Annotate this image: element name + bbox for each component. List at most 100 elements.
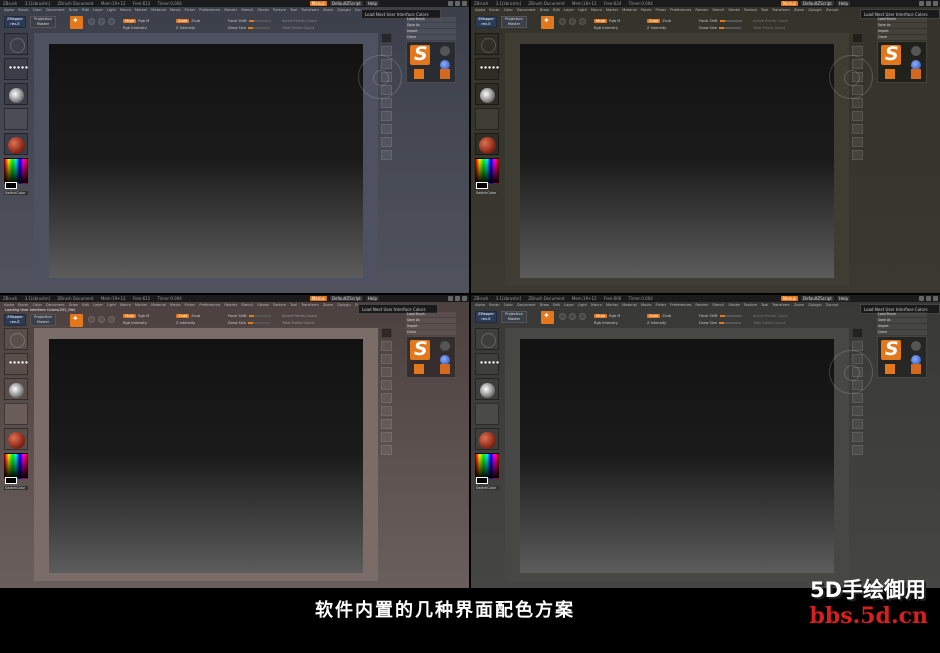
minimize-icon[interactable] bbox=[919, 1, 924, 6]
right-tray-button[interactable] bbox=[381, 124, 392, 134]
right-tray-button[interactable] bbox=[852, 111, 863, 121]
draw-size-slider[interactable]: Draw Size bbox=[228, 321, 270, 325]
close-icon[interactable] bbox=[462, 1, 467, 6]
alpha-selector[interactable] bbox=[475, 378, 499, 400]
menu-layer[interactable]: Layer bbox=[93, 8, 103, 12]
edit-draw-icon[interactable] bbox=[70, 16, 83, 29]
stroke-selector[interactable] bbox=[4, 58, 28, 80]
default-zscript-button[interactable]: DefaultZScript bbox=[329, 1, 363, 6]
menu-texture[interactable]: Texture bbox=[273, 8, 286, 12]
stroke-selector[interactable] bbox=[475, 58, 499, 80]
texture-selector[interactable] bbox=[475, 108, 499, 130]
help-button[interactable]: Help bbox=[836, 296, 850, 301]
menu-stroke[interactable]: Stroke bbox=[257, 8, 268, 12]
right-tray-button[interactable] bbox=[381, 59, 392, 69]
menu-transform[interactable]: Transform bbox=[772, 303, 790, 307]
minimize-icon[interactable] bbox=[448, 1, 453, 6]
menu-marker[interactable]: Marker bbox=[606, 8, 618, 12]
brush-thumb-icon[interactable] bbox=[440, 341, 450, 351]
menu-transform[interactable]: Transform bbox=[301, 8, 319, 12]
draw-size-track[interactable] bbox=[718, 322, 741, 324]
move-icon[interactable] bbox=[559, 18, 566, 25]
menu-draw[interactable]: Draw bbox=[69, 303, 78, 307]
brush-selector[interactable] bbox=[475, 328, 499, 350]
import-button[interactable]: Import bbox=[406, 324, 456, 329]
menu-edit[interactable]: Edit bbox=[82, 303, 89, 307]
texture-selector[interactable] bbox=[475, 403, 499, 425]
edit-draw-icon[interactable] bbox=[541, 311, 554, 324]
right-tray-button[interactable] bbox=[381, 367, 392, 377]
menu-render[interactable]: Render bbox=[224, 303, 237, 307]
draw-size-track[interactable] bbox=[247, 27, 270, 29]
focal-shift-slider[interactable]: Focal Shift bbox=[699, 314, 742, 318]
brush-selector[interactable] bbox=[4, 33, 28, 55]
menu-zscript[interactable]: Zscript bbox=[826, 303, 838, 307]
zadd-toggle[interactable]: Zadd Zsub bbox=[647, 19, 671, 23]
save-as-button[interactable]: Save As bbox=[406, 23, 456, 28]
right-tray-button[interactable] bbox=[852, 33, 863, 43]
menu-color[interactable]: Color bbox=[504, 303, 513, 307]
menu-material[interactable]: Material bbox=[622, 8, 637, 12]
menu-picker[interactable]: Picker bbox=[185, 303, 196, 307]
menu-edit[interactable]: Edit bbox=[553, 303, 560, 307]
menu-alpha[interactable]: Alpha bbox=[4, 303, 14, 307]
right-tray-button[interactable] bbox=[381, 72, 392, 82]
save-as-button[interactable]: Save As bbox=[877, 318, 927, 323]
focal-shift-track[interactable] bbox=[719, 315, 742, 317]
projection-master-button[interactable]: Projection Master bbox=[501, 311, 527, 323]
menu-preferences[interactable]: Preferences bbox=[199, 303, 220, 307]
import-button[interactable]: Import bbox=[877, 324, 927, 329]
right-tray-button[interactable] bbox=[381, 393, 392, 403]
move-icon[interactable] bbox=[88, 316, 95, 323]
right-tray-button[interactable] bbox=[381, 419, 392, 429]
menu-stroke[interactable]: Stroke bbox=[257, 303, 268, 307]
right-tray-button[interactable] bbox=[852, 432, 863, 442]
menu-movie[interactable]: Movie bbox=[170, 303, 181, 307]
menus-button[interactable]: Menus bbox=[780, 1, 798, 6]
menu-zoom[interactable]: Zoom bbox=[323, 8, 333, 12]
stroke-selector[interactable] bbox=[475, 353, 499, 375]
menu-zoom[interactable]: Zoom bbox=[794, 8, 804, 12]
brush-thumb-icon[interactable] bbox=[414, 69, 424, 79]
z-intensity-slider[interactable]: Z Intensity bbox=[176, 26, 195, 30]
zadd-toggle[interactable]: Zadd Zsub bbox=[647, 314, 671, 318]
right-tray-button[interactable] bbox=[381, 341, 392, 351]
menu-macro[interactable]: Macro bbox=[120, 303, 131, 307]
menu-color[interactable]: Color bbox=[33, 303, 42, 307]
menu-document[interactable]: Document bbox=[517, 303, 536, 307]
focal-shift-track[interactable] bbox=[248, 20, 271, 22]
scale-icon[interactable] bbox=[569, 18, 576, 25]
default-zscript-button[interactable]: DefaultZScript bbox=[800, 1, 834, 6]
focal-shift-slider[interactable]: Focal Shift bbox=[228, 314, 271, 318]
right-tray-button[interactable] bbox=[852, 98, 863, 108]
zmapper-button[interactable]: ZMapper rev-E bbox=[4, 314, 26, 326]
menus-button[interactable]: Menus bbox=[780, 296, 798, 301]
color-picker[interactable] bbox=[475, 158, 499, 189]
switch-color-button[interactable]: SwitchColor bbox=[4, 486, 28, 490]
menu-draw[interactable]: Draw bbox=[540, 8, 549, 12]
brush-thumb-icon[interactable] bbox=[885, 69, 895, 79]
menu-brush[interactable]: Brush bbox=[489, 303, 499, 307]
menu-light[interactable]: Light bbox=[107, 303, 116, 307]
right-tray-button[interactable] bbox=[852, 419, 863, 429]
menu-color[interactable]: Color bbox=[33, 8, 42, 12]
scale-icon[interactable] bbox=[569, 313, 576, 320]
projection-master-button[interactable]: Projection Master bbox=[501, 16, 527, 28]
menu-transform[interactable]: Transform bbox=[301, 303, 319, 307]
menu-movie[interactable]: Movie bbox=[641, 8, 652, 12]
right-tray-button[interactable] bbox=[852, 59, 863, 69]
menu-document[interactable]: Document bbox=[46, 303, 65, 307]
navigation-gyro[interactable] bbox=[829, 350, 873, 394]
canvas[interactable] bbox=[520, 339, 834, 573]
load-brush-button[interactable]: Load Brush bbox=[877, 312, 927, 317]
maximize-icon[interactable] bbox=[926, 1, 931, 6]
menu-tool[interactable]: Tool bbox=[761, 303, 768, 307]
edit-draw-icon[interactable] bbox=[70, 314, 83, 327]
right-tray-button[interactable] bbox=[852, 85, 863, 95]
right-tray-button[interactable] bbox=[381, 150, 392, 160]
right-tray-button[interactable] bbox=[381, 380, 392, 390]
brush-thumb-icon[interactable] bbox=[911, 69, 921, 79]
zadd-toggle[interactable]: Zadd Zsub bbox=[176, 19, 200, 23]
menu-zplugin[interactable]: Zplugin bbox=[337, 8, 351, 12]
right-tray-button[interactable] bbox=[381, 98, 392, 108]
